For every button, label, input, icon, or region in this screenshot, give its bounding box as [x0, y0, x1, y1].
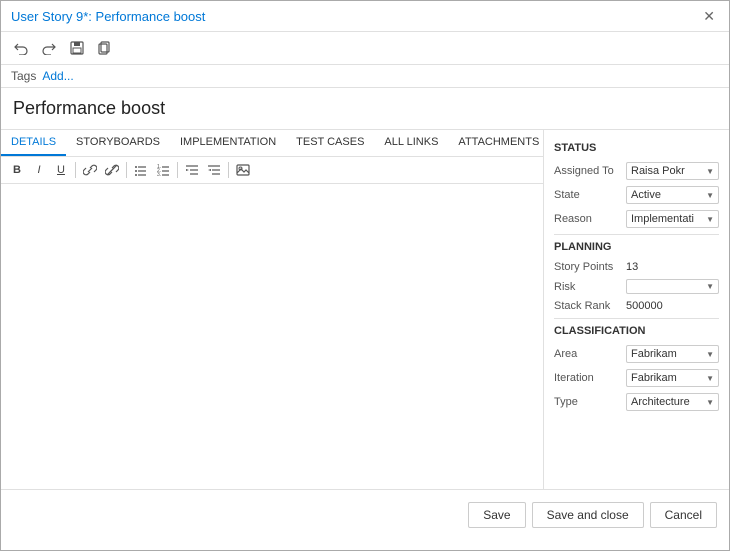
- separator-4: [228, 162, 229, 178]
- type-value: Architecture: [631, 396, 690, 408]
- area-row: Area Fabrikam ▼: [554, 345, 719, 363]
- outdent-button[interactable]: [204, 160, 224, 180]
- reason-row: Reason Implementati ▼: [554, 210, 719, 228]
- add-tag-button[interactable]: Add...: [42, 69, 73, 83]
- redo-button[interactable]: [37, 36, 61, 60]
- close-button[interactable]: ✕: [699, 7, 719, 25]
- risk-row: Risk ▼: [554, 279, 719, 294]
- story-points-row: Story Points 13: [554, 261, 719, 273]
- state-dropdown[interactable]: Active ▼: [626, 186, 719, 204]
- story-points-label: Story Points: [554, 261, 622, 273]
- type-row: Type Architecture ▼: [554, 393, 719, 411]
- ordered-list-button[interactable]: 1.2.3.: [153, 160, 173, 180]
- title-bar: User Story 9*: Performance boost ✕: [1, 1, 729, 32]
- reason-value: Implementati: [631, 213, 694, 225]
- editor-content[interactable]: [1, 184, 543, 489]
- main-area: DETAILS STORYBOARDS IMPLEMENTATION TEST …: [1, 130, 729, 489]
- stack-rank-label: Stack Rank: [554, 300, 622, 312]
- editor-toolbar: B I U 1.2.3.: [1, 157, 543, 184]
- save-button[interactable]: Save: [468, 502, 525, 528]
- divider-1: [554, 234, 719, 235]
- copy-button[interactable]: [93, 36, 117, 60]
- iteration-row: Iteration Fabrikam ▼: [554, 369, 719, 387]
- cancel-button[interactable]: Cancel: [650, 502, 717, 528]
- iteration-value: Fabrikam: [631, 372, 677, 384]
- area-label: Area: [554, 348, 622, 360]
- italic-button[interactable]: I: [29, 160, 49, 180]
- stack-rank-value: 500000: [626, 300, 719, 312]
- tags-bar: Tags Add...: [1, 65, 729, 88]
- toolbar: [1, 32, 729, 65]
- story-points-value: 13: [626, 261, 719, 273]
- area-dropdown[interactable]: Fabrikam ▼: [626, 345, 719, 363]
- risk-label: Risk: [554, 281, 622, 293]
- state-arrow: ▼: [706, 191, 714, 200]
- tab-details[interactable]: DETAILS: [1, 130, 66, 156]
- tab-storyboards[interactable]: STORYBOARDS: [66, 130, 170, 156]
- iteration-label: Iteration: [554, 372, 622, 384]
- separator-3: [177, 162, 178, 178]
- bold-button[interactable]: B: [7, 160, 27, 180]
- reason-arrow: ▼: [706, 215, 714, 224]
- tags-label: Tags: [11, 69, 36, 83]
- tab-bar: DETAILS STORYBOARDS IMPLEMENTATION TEST …: [1, 130, 543, 157]
- risk-arrow: ▼: [706, 282, 714, 291]
- svg-text:3.: 3.: [157, 172, 161, 177]
- assigned-to-dropdown[interactable]: Raisa Pokr ▼: [626, 162, 719, 180]
- reason-label: Reason: [554, 213, 622, 225]
- planning-section-title: PLANNING: [554, 241, 719, 253]
- title-prefix: User Story 9*:: [11, 9, 96, 24]
- save-button[interactable]: [65, 36, 89, 60]
- left-panel: DETAILS STORYBOARDS IMPLEMENTATION TEST …: [1, 130, 544, 489]
- assigned-to-arrow: ▼: [706, 167, 714, 176]
- indent-button[interactable]: [182, 160, 202, 180]
- reason-dropdown[interactable]: Implementati ▼: [626, 210, 719, 228]
- risk-dropdown[interactable]: ▼: [626, 279, 719, 294]
- separator-2: [126, 162, 127, 178]
- state-row: State Active ▼: [554, 186, 719, 204]
- undo-button[interactable]: [9, 36, 33, 60]
- assigned-to-row: Assigned To Raisa Pokr ▼: [554, 162, 719, 180]
- link-button[interactable]: [80, 160, 100, 180]
- area-arrow: ▼: [706, 350, 714, 359]
- divider-2: [554, 318, 719, 319]
- tab-all-links[interactable]: ALL LINKS: [374, 130, 448, 156]
- iteration-arrow: ▼: [706, 374, 714, 383]
- underline-button[interactable]: U: [51, 160, 71, 180]
- right-panel: STATUS Assigned To Raisa Pokr ▼ State Ac…: [544, 130, 729, 489]
- stack-rank-row: Stack Rank 500000: [554, 300, 719, 312]
- tab-test-cases[interactable]: TEST CASES: [286, 130, 374, 156]
- title-text: Performance boost: [96, 9, 206, 24]
- assigned-to-label: Assigned To: [554, 165, 622, 177]
- title-input[interactable]: [1, 88, 729, 130]
- iteration-dropdown[interactable]: Fabrikam ▼: [626, 369, 719, 387]
- save-and-close-button[interactable]: Save and close: [532, 502, 644, 528]
- unlink-button[interactable]: [102, 160, 122, 180]
- footer: Save Save and close Cancel: [1, 489, 729, 539]
- separator-1: [75, 162, 76, 178]
- state-value: Active: [631, 189, 661, 201]
- tab-implementation[interactable]: IMPLEMENTATION: [170, 130, 286, 156]
- classification-section-title: CLASSIFICATION: [554, 325, 719, 337]
- area-value: Fabrikam: [631, 348, 677, 360]
- type-label: Type: [554, 396, 622, 408]
- state-label: State: [554, 189, 622, 201]
- assigned-to-value: Raisa Pokr: [631, 165, 685, 177]
- unordered-list-button[interactable]: [131, 160, 151, 180]
- tab-attachments[interactable]: ATTACHMENTS: [448, 130, 544, 156]
- type-arrow: ▼: [706, 398, 714, 407]
- window-title: User Story 9*: Performance boost: [11, 9, 205, 24]
- status-section-title: STATUS: [554, 142, 719, 154]
- image-button[interactable]: [233, 160, 253, 180]
- type-dropdown[interactable]: Architecture ▼: [626, 393, 719, 411]
